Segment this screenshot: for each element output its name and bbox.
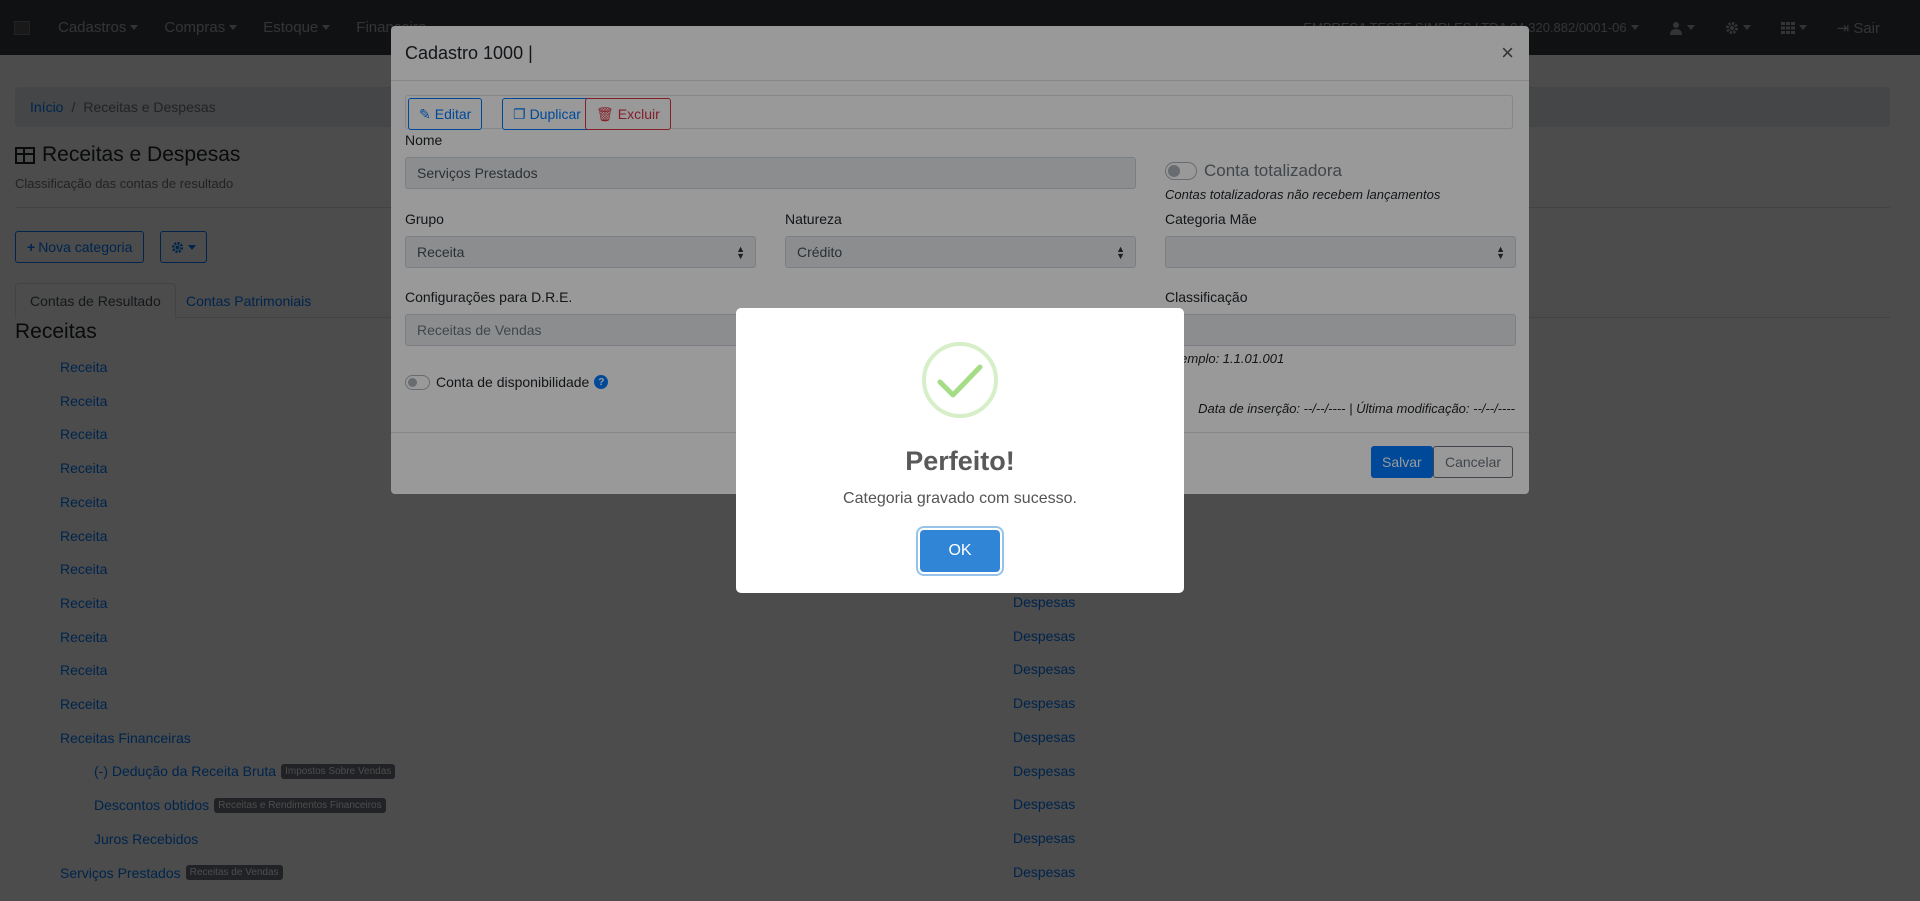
ok-button[interactable]: OK bbox=[920, 530, 1000, 572]
success-alert: Perfeito! Categoria gravado com sucesso.… bbox=[736, 308, 1184, 593]
alert-text: Categoria gravado com sucesso. bbox=[843, 490, 1077, 507]
success-check-icon bbox=[937, 364, 983, 398]
alert-title: Perfeito! bbox=[905, 446, 1015, 476]
